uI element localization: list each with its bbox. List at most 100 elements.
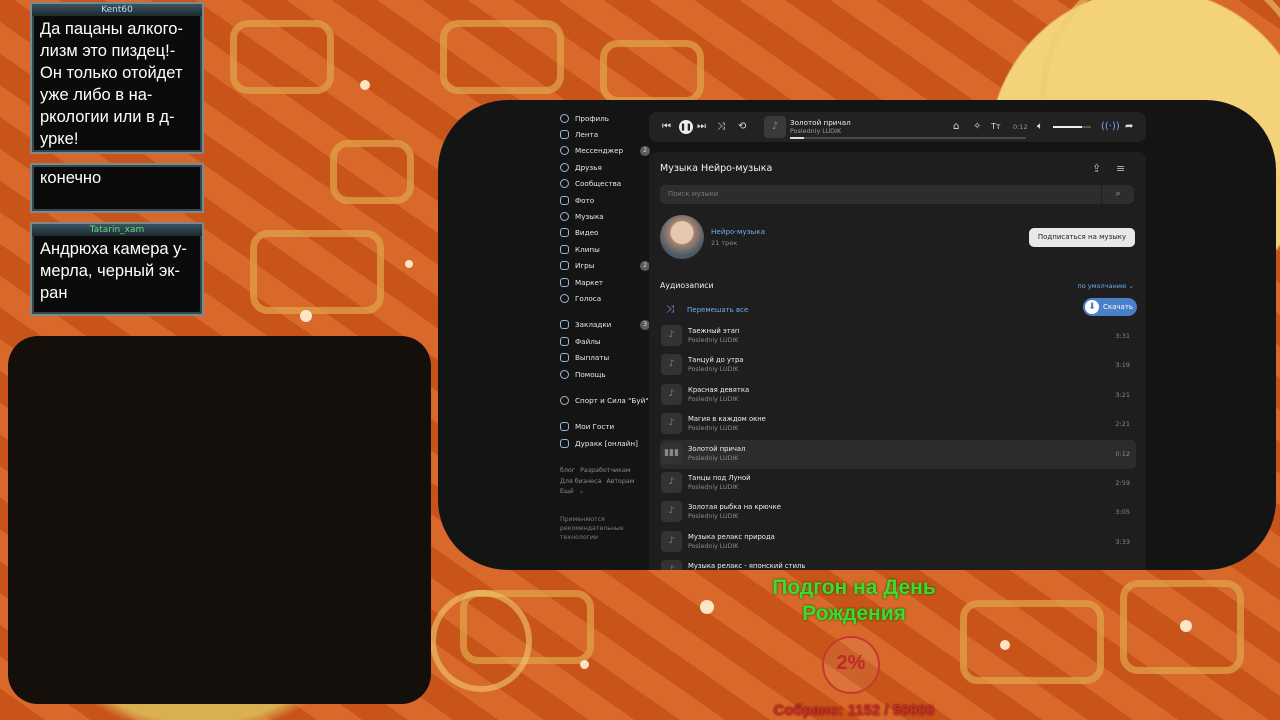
track-row[interactable]: ♪ Магия в каждом окне Posledniy LUDIK 2:21 [660, 410, 1136, 439]
sidebar-item-votes[interactable]: Голоса [560, 290, 650, 306]
equalizer-icon[interactable]: ▮▮▮ [661, 442, 682, 464]
music-note-icon[interactable]: ♪ [661, 560, 682, 570]
track-title[interactable]: Музыка релакс природа [688, 533, 775, 541]
bg-shape [250, 230, 384, 314]
music-note-icon[interactable]: ♪ [661, 325, 682, 346]
pause-button[interactable]: ❚❚ [679, 120, 693, 134]
sidebar-item-games[interactable]: Игры 2 [560, 258, 650, 274]
user-icon [560, 113, 569, 123]
audio-section-label: Аудиозаписи [660, 281, 714, 290]
player-track-artist[interactable]: Posledniy LUDIK [790, 127, 841, 135]
track-row[interactable]: ♪ Танцы под Луной Posledniy LUDIK 2:59 [660, 469, 1136, 498]
sidebar-item-clips[interactable]: Клипы [560, 241, 650, 257]
sidebar-item-feed[interactable]: Лента [560, 126, 650, 142]
bg-dot [300, 310, 312, 322]
footer-link-authors[interactable]: Авторам [606, 478, 634, 485]
track-row[interactable]: ♪ Музыка релакс - японский стиль [660, 557, 1136, 570]
track-list: ♪ Таежный этап Posledniy LUDIK 3:31 ♪ Танцуй … [660, 322, 1136, 570]
track-duration: 3:19 [1115, 361, 1130, 370]
track-artist[interactable]: Posledniy LUDIK [688, 513, 738, 520]
sidebar-item-community[interactable]: Спорт и Сила "Буй" [560, 392, 650, 408]
footer-link-more[interactable]: Ещё [560, 488, 574, 495]
chat-username: Kent60 [32, 4, 202, 16]
chat-text: конечно [40, 169, 102, 187]
footer-link-dev[interactable]: Разработчикам [580, 467, 631, 474]
track-artist[interactable]: Posledniy LUDIK [688, 484, 738, 491]
payout-icon [560, 353, 569, 363]
track-title[interactable]: Золотой причал [688, 445, 745, 453]
shuffle-all-button[interactable]: ⤨ Перемешать все [660, 302, 1136, 318]
sidebar-item-bookmarks[interactable]: Закладки 3 [560, 317, 650, 333]
playlist-avatar[interactable] [660, 215, 704, 259]
track-row[interactable]: ▮▮▮ Золотой причал Posledniy LUDIK 0:12 [660, 439, 1136, 469]
search-input[interactable]: Поиск музыки [668, 190, 718, 198]
track-row[interactable]: ♪ Танцуй до утра Posledniy LUDIK 3:19 [660, 351, 1136, 380]
track-row[interactable]: ♪ Красная девятка Posledniy LUDIK 3:21 [660, 381, 1136, 410]
track-title[interactable]: Танцы под Луной [688, 474, 751, 482]
track-row[interactable]: ♪ Таежный этап Posledniy LUDIK 3:31 [660, 322, 1136, 351]
sidebar-item-video[interactable]: Видео [560, 225, 650, 241]
progress-bar[interactable] [790, 137, 1026, 139]
sidebar-item-photos[interactable]: Фото [560, 192, 650, 208]
track-artist[interactable]: Posledniy LUDIK [688, 543, 738, 550]
search-icon[interactable]: ⌕ [1101, 185, 1134, 204]
volume-slider[interactable] [1053, 126, 1091, 128]
footer-link-blog[interactable]: блог [560, 467, 575, 474]
player-track-title[interactable]: Золотой причал [790, 118, 851, 127]
sidebar-item-label: Фото [575, 195, 595, 205]
subscribe-button[interactable]: Подписаться на музыку [1029, 228, 1135, 247]
next-icon[interactable]: ⏭ [697, 120, 706, 134]
sparkle-icon[interactable]: ✧ [973, 120, 981, 134]
track-duration: 2:21 [1115, 420, 1130, 429]
footer-link-business[interactable]: Для бизнеса [560, 478, 601, 485]
chat-text: Да пацаны алкого-лизм это пиздец!-Он тол… [40, 20, 183, 148]
music-note-icon[interactable]: ♪ [661, 413, 682, 435]
sidebar-item-communities[interactable]: Сообщества [560, 176, 650, 192]
sidebar-item-files[interactable]: Файлы [560, 333, 650, 349]
shuffle-icon[interactable]: ⤨ [717, 120, 725, 134]
track-artist[interactable]: Posledniy LUDIK [688, 455, 738, 462]
dislike-icon[interactable]: ⌂ [953, 120, 959, 134]
playlist-add-icon[interactable]: ≡ [1116, 162, 1125, 175]
sidebar-item-profile[interactable]: Профиль [560, 110, 650, 126]
upload-icon[interactable]: ⇪ [1092, 162, 1101, 175]
communities-icon [560, 179, 569, 189]
track-duration: 2:59 [1115, 478, 1130, 487]
download-button[interactable]: ⬇ Скачать [1083, 298, 1137, 316]
track-artist[interactable]: Posledniy LUDIK [688, 366, 738, 373]
sort-dropdown[interactable]: по умолчанию ⌄ [1078, 282, 1134, 290]
music-note-icon[interactable]: ♪ [661, 501, 682, 523]
track-artist[interactable]: Posledniy LUDIK [688, 425, 738, 432]
sidebar-item-music[interactable]: Музыка [560, 208, 650, 224]
track-title[interactable]: Музыка релакс - японский стиль [688, 562, 805, 570]
lyrics-icon[interactable]: Тт [991, 120, 1001, 134]
sidebar-item-market[interactable]: Маркет [560, 274, 650, 290]
track-artist[interactable]: Posledniy LUDIK [688, 396, 738, 403]
track-title[interactable]: Танцуй до утра [688, 356, 743, 364]
track-row[interactable]: ♪ Золотая рыбка на крючке Posledniy LUDIK 3… [660, 498, 1136, 527]
sidebar-item-friends[interactable]: Друзья [560, 159, 650, 175]
music-note-icon[interactable]: ♪ [661, 383, 682, 405]
music-note-icon[interactable]: ♪ [661, 530, 682, 552]
volume-icon[interactable]: 🔈︎ [1037, 120, 1043, 134]
search-field[interactable]: Поиск музыки ⌕ [660, 185, 1134, 204]
broadcast-icon[interactable]: ((·)) [1101, 120, 1120, 134]
page-title: Музыка Нейро-музыка [660, 163, 773, 174]
sidebar-item-guests[interactable]: Мои Гости [560, 419, 650, 435]
music-note-icon[interactable]: ♪ [661, 471, 682, 493]
sidebar-item-payouts[interactable]: Выплаты [560, 349, 650, 365]
track-row[interactable]: ♪ Музыка релакс природа Posledniy LUDIK 3:3… [660, 528, 1136, 557]
track-title[interactable]: Таежный этап [688, 327, 739, 335]
music-note-icon[interactable]: ♪ [661, 354, 682, 376]
sidebar-item-messenger[interactable]: Мессенджер 2 [560, 143, 650, 159]
playlist-name[interactable]: Нейро-музыка [711, 227, 765, 236]
previous-icon[interactable]: ⏮ [662, 120, 671, 134]
track-title[interactable]: Золотая рыбка на крючке [688, 503, 781, 511]
repeat-icon[interactable]: ⟲ [738, 120, 746, 134]
share-icon[interactable]: ➦ [1125, 120, 1133, 134]
sidebar-item-durak[interactable]: Дуракк [онлайн] [560, 435, 650, 451]
track-title[interactable]: Красная девятка [688, 386, 749, 394]
track-artist[interactable]: Posledniy LUDIK [688, 337, 738, 344]
track-title[interactable]: Магия в каждом окне [688, 415, 766, 423]
sidebar-item-help[interactable]: Помощь [560, 366, 650, 382]
